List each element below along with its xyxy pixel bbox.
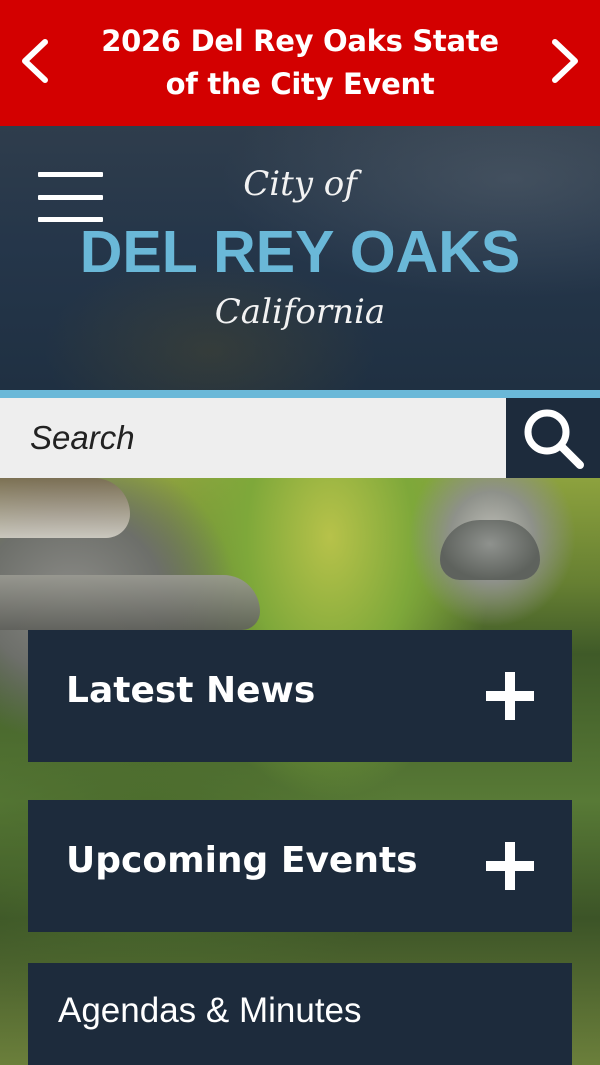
- plus-icon[interactable]: [486, 842, 534, 890]
- rock-image-detail: [0, 575, 260, 630]
- logo-city-of[interactable]: City of: [0, 164, 600, 204]
- alert-next-button[interactable]: [536, 24, 596, 98]
- link-label: Agendas & Minutes: [58, 991, 362, 1030]
- link-agendas-minutes[interactable]: Agendas & Minutes: [28, 963, 572, 1065]
- plus-icon[interactable]: [486, 672, 534, 720]
- search-button[interactable]: [506, 398, 600, 478]
- header-divider: [0, 390, 600, 398]
- logo-city-name[interactable]: DEL REY OAKS: [0, 218, 600, 286]
- search-input[interactable]: [0, 398, 506, 478]
- accordion-upcoming-events[interactable]: Upcoming Events: [28, 800, 572, 932]
- accordion-latest-news[interactable]: Latest News: [28, 630, 572, 762]
- alert-message[interactable]: 2026 Del Rey Oaks State of the City Even…: [85, 20, 515, 106]
- duck-image-detail: [0, 478, 130, 538]
- search-bar: [0, 398, 600, 478]
- turtle-image-detail: [440, 520, 540, 580]
- chevron-right-icon: [552, 39, 578, 83]
- chevron-left-icon: [22, 39, 48, 83]
- logo-state[interactable]: California: [0, 292, 600, 332]
- alert-prev-button[interactable]: [4, 24, 64, 98]
- accordion-label: Upcoming Events: [66, 840, 418, 881]
- alert-banner: 2026 Del Rey Oaks State of the City Even…: [0, 0, 600, 126]
- accordion-label: Latest News: [66, 670, 316, 711]
- search-icon: [524, 409, 584, 469]
- site-header: City of DEL REY OAKS California: [0, 126, 600, 390]
